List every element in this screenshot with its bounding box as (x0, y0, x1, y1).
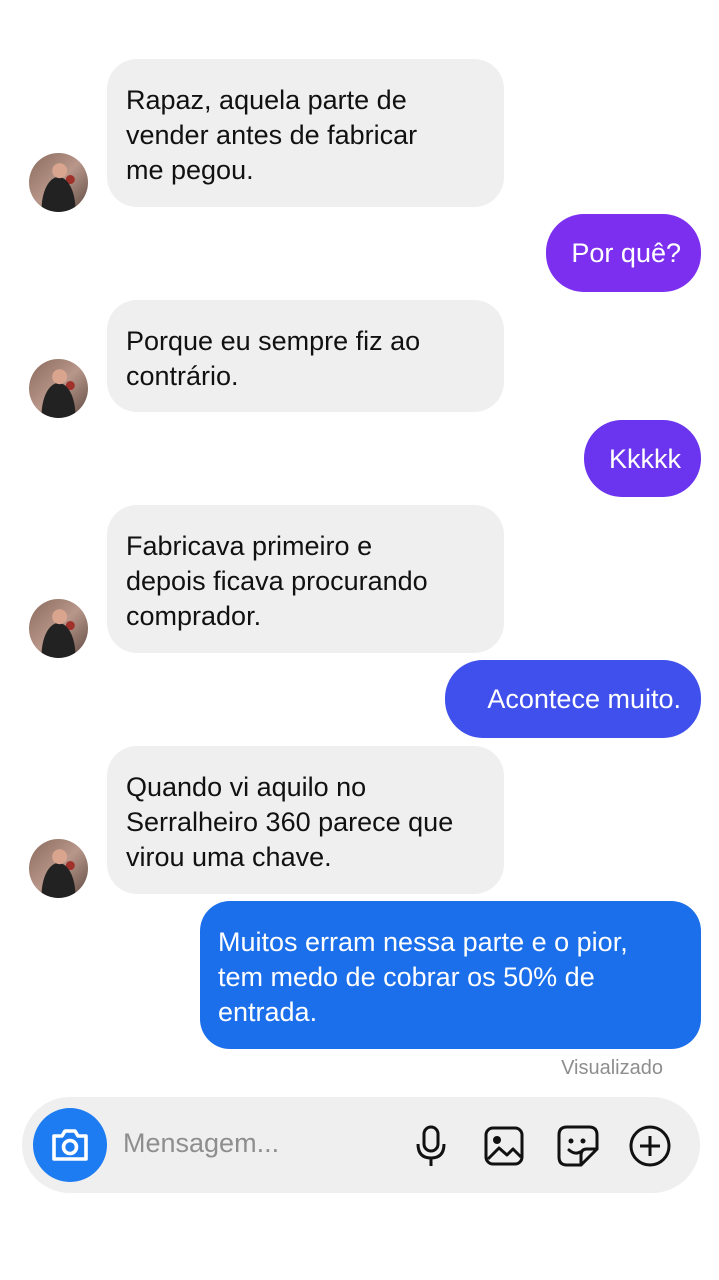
message-composer: Mensagem... (22, 1097, 700, 1193)
message-outgoing[interactable]: Por quê? (546, 214, 701, 292)
camera-icon (52, 1129, 88, 1161)
message-incoming[interactable]: Rapaz, aquela parte de vender antes de f… (107, 59, 504, 207)
seen-status: Visualizado (561, 1057, 663, 1079)
contact-avatar[interactable] (29, 359, 88, 418)
microphone-icon[interactable] (408, 1123, 454, 1169)
contact-avatar[interactable] (29, 599, 88, 658)
message-outgoing[interactable]: Acontece muito. (445, 660, 701, 738)
gallery-icon[interactable] (481, 1123, 527, 1169)
message-input[interactable]: Mensagem... (123, 1128, 279, 1159)
camera-button[interactable] (33, 1108, 107, 1182)
contact-avatar[interactable] (29, 839, 88, 898)
message-outgoing[interactable]: Kkkkk (584, 420, 701, 497)
contact-avatar[interactable] (29, 153, 88, 212)
message-thread: Rapaz, aquela parte de vender antes de f… (0, 0, 719, 1090)
message-outgoing[interactable]: Muitos erram nessa parte e o pior, tem m… (200, 901, 701, 1049)
plus-icon[interactable] (627, 1123, 673, 1169)
message-incoming[interactable]: Porque eu sempre fiz ao contrário. (107, 300, 504, 412)
message-incoming[interactable]: Fabricava primeiro e depois ficava procu… (107, 505, 504, 653)
message-incoming[interactable]: Quando vi aquilo no Serralheiro 360 pare… (107, 746, 504, 894)
sticker-icon[interactable] (555, 1123, 601, 1169)
